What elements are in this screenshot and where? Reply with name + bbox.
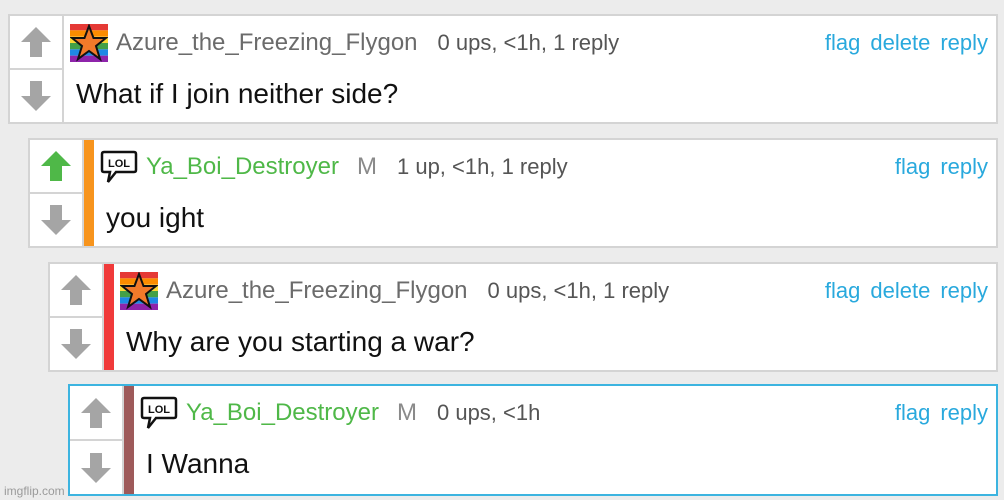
- vote-column: [70, 386, 124, 494]
- comment-text: What if I join neither side?: [76, 78, 399, 109]
- upvote-button[interactable]: [10, 16, 62, 70]
- username-link[interactable]: Azure_the_Freezing_Flygon: [166, 277, 468, 305]
- up-arrow-icon: [79, 396, 113, 430]
- upvote-button[interactable]: [30, 140, 82, 194]
- comment-card: Ya_Boi_Destroyer M 1 up, <1h, 1 reply fl…: [28, 138, 998, 248]
- username-link[interactable]: Ya_Boi_Destroyer: [146, 153, 339, 181]
- down-arrow-icon: [39, 203, 73, 237]
- comment-header: Ya_Boi_Destroyer M 1 up, <1h, 1 reply fl…: [100, 146, 988, 188]
- rainbow-star-icon[interactable]: [70, 24, 108, 62]
- thread-depth-stripe: [104, 264, 114, 370]
- mod-badge: M: [356, 153, 377, 180]
- vote-column: [10, 16, 64, 122]
- reply-button[interactable]: reply: [940, 278, 988, 304]
- delete-button[interactable]: delete: [870, 278, 930, 304]
- comment-content: Azure_the_Freezing_Flygon 0 ups, <1h, 1 …: [64, 16, 996, 122]
- flag-button[interactable]: flag: [825, 30, 860, 56]
- comment-header: Azure_the_Freezing_Flygon 0 ups, <1h, 1 …: [70, 22, 988, 64]
- comment-text: you ight: [106, 202, 205, 233]
- reply-button[interactable]: reply: [940, 400, 988, 426]
- comment-content: Ya_Boi_Destroyer M 0 ups, <1h flag reply…: [134, 386, 996, 494]
- flag-button[interactable]: flag: [825, 278, 860, 304]
- downvote-button[interactable]: [70, 441, 122, 494]
- reply-button[interactable]: reply: [940, 30, 988, 56]
- down-arrow-icon: [59, 327, 93, 361]
- comment-text: I Wanna: [146, 448, 250, 479]
- rainbow-star-icon[interactable]: [120, 272, 158, 310]
- mod-badge: M: [396, 399, 417, 426]
- comment-content: Ya_Boi_Destroyer M 1 up, <1h, 1 reply fl…: [94, 140, 996, 246]
- comment-actions: flag delete reply: [825, 278, 988, 304]
- comment-header: Ya_Boi_Destroyer M 0 ups, <1h flag reply: [140, 392, 988, 434]
- comment-meta: 0 ups, <1h, 1 reply: [437, 30, 620, 55]
- vote-column: [30, 140, 84, 246]
- down-arrow-icon: [19, 79, 53, 113]
- username-link[interactable]: Ya_Boi_Destroyer: [186, 399, 379, 427]
- flag-button[interactable]: flag: [895, 400, 930, 426]
- lol-speech-bubble-icon[interactable]: [100, 148, 138, 186]
- comment-text: Why are you starting a war?: [126, 326, 475, 357]
- up-arrow-icon: [19, 25, 53, 59]
- comment-meta: 0 ups, <1h, 1 reply: [487, 278, 670, 303]
- comment-actions: flag delete reply: [825, 30, 988, 56]
- comment-card: Azure_the_Freezing_Flygon 0 ups, <1h, 1 …: [48, 262, 998, 372]
- delete-button[interactable]: delete: [870, 30, 930, 56]
- upvote-button[interactable]: [70, 386, 122, 441]
- imgflip-watermark: imgflip.com: [4, 484, 65, 498]
- downvote-button[interactable]: [10, 70, 62, 122]
- comment-meta: 1 up, <1h, 1 reply: [396, 154, 568, 179]
- thread-depth-stripe: [124, 386, 134, 494]
- up-arrow-icon: [39, 149, 73, 183]
- reply-button[interactable]: reply: [940, 154, 988, 180]
- comment-card: Azure_the_Freezing_Flygon 0 ups, <1h, 1 …: [8, 14, 998, 124]
- upvote-button[interactable]: [50, 264, 102, 318]
- username-link[interactable]: Azure_the_Freezing_Flygon: [116, 29, 418, 57]
- down-arrow-icon: [79, 451, 113, 485]
- downvote-button[interactable]: [30, 194, 82, 246]
- comment-content: Azure_the_Freezing_Flygon 0 ups, <1h, 1 …: [114, 264, 996, 370]
- comment-card: Ya_Boi_Destroyer M 0 ups, <1h flag reply…: [68, 384, 998, 496]
- downvote-button[interactable]: [50, 318, 102, 370]
- lol-speech-bubble-icon[interactable]: [140, 394, 178, 432]
- flag-button[interactable]: flag: [895, 154, 930, 180]
- comment-meta: 0 ups, <1h: [436, 400, 541, 425]
- comment-actions: flag reply: [895, 400, 988, 426]
- thread-depth-stripe: [84, 140, 94, 246]
- vote-column: [50, 264, 104, 370]
- up-arrow-icon: [59, 273, 93, 307]
- comment-header: Azure_the_Freezing_Flygon 0 ups, <1h, 1 …: [120, 270, 988, 312]
- comment-actions: flag reply: [895, 154, 988, 180]
